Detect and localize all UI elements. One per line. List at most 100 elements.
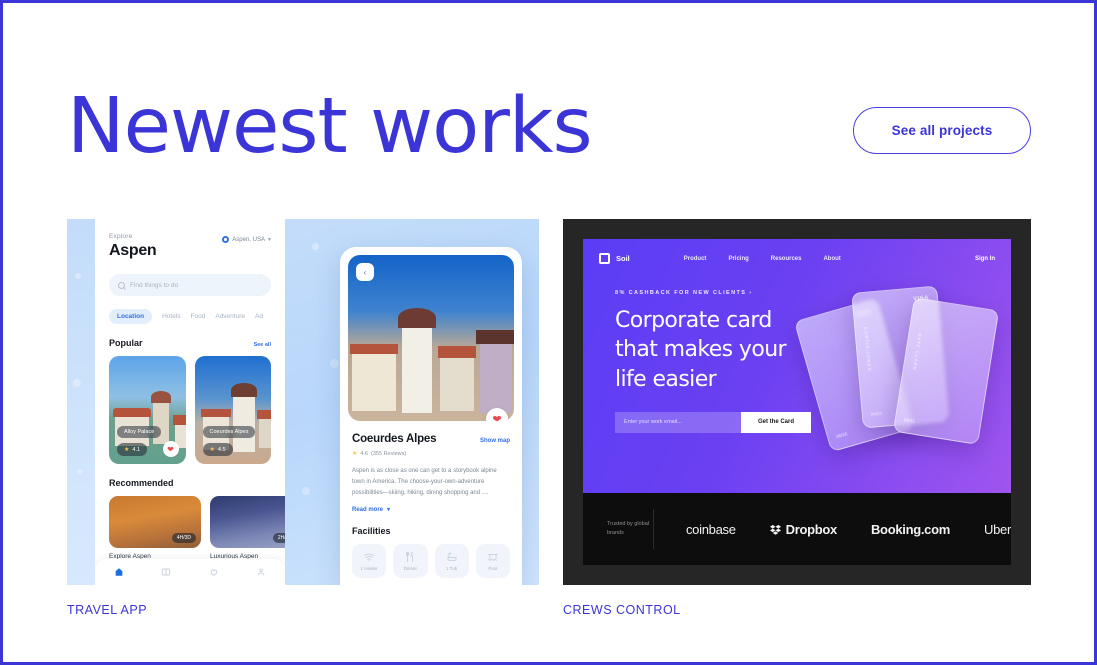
recommended-duration: 2H/3D <box>272 533 285 543</box>
crews-control-thumbnail: Soil Product Pricing Resources About Sig… <box>563 219 1031 585</box>
facility-label: Dinner <box>403 566 417 572</box>
crews-navbar: Soil Product Pricing Resources About Sig… <box>583 239 1011 264</box>
section-header: Newest works See all projects <box>67 81 1031 181</box>
tab-location[interactable]: Location <box>109 309 153 324</box>
detail-title: Coeurdes Alpes <box>352 433 437 445</box>
crews-browser-mock: Soil Product Pricing Resources About Sig… <box>583 239 1011 565</box>
facilities-list: 1 Heater Dinner 1 Tub Pool <box>352 544 510 579</box>
see-all-projects-label: See all projects <box>891 123 993 138</box>
show-map-link[interactable]: Show map <box>480 438 510 444</box>
tab-hotels[interactable]: Hotels <box>162 313 180 320</box>
popular-card[interactable]: Coeurdes Alpes ★ 4.5 <box>194 356 271 464</box>
category-tabs: Location Hotels Food Adventure Ad <box>109 309 271 324</box>
favorite-heart-icon[interactable]: ❤ <box>162 441 179 457</box>
headline-line-3: life easier <box>615 366 717 392</box>
travel-phone-home: Explore Aspen Aspen, USA ▾ Find things t… <box>95 219 285 585</box>
work-email-input[interactable]: Enter your work email... <box>615 411 741 433</box>
facility-label: 1 Tub <box>445 566 458 572</box>
detail-rating: ★ 4.6 (355 Reviews) <box>352 450 407 458</box>
popular-card-rating: ★ 4.5 <box>202 443 233 456</box>
facility-item[interactable]: Pool <box>475 544 510 579</box>
read-more-link[interactable]: Read more ▾ <box>352 506 510 514</box>
crews-logo-text: Soil <box>616 254 630 263</box>
chevron-left-icon[interactable]: ‹ <box>356 263 374 281</box>
location-pin-icon <box>222 236 230 243</box>
read-more-label: Read more <box>352 506 384 513</box>
facility-label: Pool <box>488 566 498 572</box>
brand-dropbox: Dropbox <box>769 521 838 537</box>
get-the-card-label: Get the Card <box>757 419 794 426</box>
nav-link-product[interactable]: Product <box>684 256 707 262</box>
chevron-down-icon: ▾ <box>387 507 391 514</box>
wallet-icon[interactable] <box>161 567 171 577</box>
location-selector[interactable]: Aspen, USA ▾ <box>222 236 271 243</box>
search-icon <box>118 281 125 289</box>
popular-card[interactable]: Alloy Palace ★ 4.1 ❤ <box>109 356 186 464</box>
star-icon: ★ <box>124 447 130 453</box>
search-input[interactable]: Find things to do <box>109 274 271 296</box>
search-placeholder: Find things to do <box>130 281 179 289</box>
brand-coinbase: coinbase <box>685 521 736 537</box>
work-card-travel-app[interactable]: Explore Aspen Aspen, USA ▾ Find things t… <box>67 219 539 617</box>
see-all-projects-button[interactable]: See all projects <box>853 107 1031 154</box>
work-label-crews-control: CREWS CONTROL <box>563 603 681 617</box>
email-signup-form: Enter your work email... Get the Card <box>615 411 811 433</box>
home-icon[interactable] <box>114 567 124 577</box>
star-icon: ★ <box>352 451 358 457</box>
location-label: Aspen, USA <box>232 236 265 243</box>
travel-left-strip <box>67 219 95 585</box>
travel-phone-detail: ‹ ❤ Coeurdes Alpes Show map ★ 4.6 (355 R… <box>340 247 522 585</box>
popular-see-all-link[interactable]: See all <box>254 342 271 348</box>
nav-link-pricing[interactable]: Pricing <box>728 256 748 262</box>
bottom-navigation-bar <box>95 559 285 585</box>
facility-item[interactable]: Dinner <box>393 544 428 579</box>
pool-icon <box>487 554 498 561</box>
work-label-travel-app: TRAVEL APP <box>67 603 148 617</box>
brand-dropbox-label: Dropbox <box>785 521 838 537</box>
page-title: Newest works <box>67 82 593 171</box>
recommended-card[interactable]: 4H/3D Explore Aspen <box>109 496 201 560</box>
sign-in-link[interactable]: Sign In <box>975 256 995 262</box>
profile-icon[interactable] <box>256 567 266 577</box>
popular-card-name: Alloy Palace <box>117 426 162 438</box>
wifi-icon <box>364 553 375 562</box>
tab-adventure[interactable]: Adventure <box>215 313 245 320</box>
heart-icon[interactable] <box>209 567 219 577</box>
cutlery-icon <box>406 552 414 563</box>
get-the-card-button[interactable]: Get the Card <box>741 411 811 433</box>
work-card-crews-control[interactable]: Soil Product Pricing Resources About Sig… <box>563 219 1031 617</box>
recommended-title: Recommended <box>109 478 174 488</box>
work-email-placeholder: Enter your work email... <box>624 419 682 426</box>
crews-footer: Trusted by global brands coinbase Dropbo… <box>583 493 1011 565</box>
facility-item[interactable]: 1 Tub <box>434 544 469 579</box>
popular-title: Popular <box>109 338 143 348</box>
facility-item[interactable]: 1 Heater <box>352 544 387 579</box>
bathtub-icon <box>447 552 457 562</box>
popular-cards: Alloy Palace ★ 4.1 ❤ Coeurdes Alpes ★ 4.… <box>109 356 271 464</box>
chevron-down-icon: ▾ <box>267 237 271 243</box>
crews-logo[interactable]: Soil <box>599 253 630 264</box>
recommended-cards: 4H/3D Explore Aspen 2H/3D Luxurious Aspe… <box>109 496 285 560</box>
city-title: Aspen <box>109 242 157 259</box>
facilities-title: Facilities <box>352 526 391 537</box>
crews-headline: Corporate card that makes your life easi… <box>615 306 1011 394</box>
crews-hero: 8% CASHBACK FOR NEW CLIENTS › Corporate … <box>583 264 1011 433</box>
detail-hero-image: ‹ ❤ <box>348 255 514 421</box>
brand-booking: Booking.com <box>870 521 951 537</box>
travel-app-thumbnail: Explore Aspen Aspen, USA ▾ Find things t… <box>67 219 539 585</box>
recommended-duration: 4H/3D <box>171 533 196 543</box>
tab-more[interactable]: Ad <box>255 313 263 320</box>
recommended-card[interactable]: 2H/3D Luxurious Aspen <box>210 496 285 560</box>
nav-link-about[interactable]: About <box>823 256 840 262</box>
trusted-by-text: Trusted by global brands <box>583 509 654 549</box>
dropbox-icon <box>769 524 781 535</box>
brand-logos: coinbase Dropbox Booking.com Uber <box>654 522 1011 537</box>
tab-food[interactable]: Food <box>191 313 206 320</box>
facility-label: 1 Heater <box>360 566 378 572</box>
page-root: Newest works See all projects Explore As… <box>3 3 1094 662</box>
star-icon: ★ <box>209 447 215 453</box>
detail-description: Aspen is as close as one can get to a st… <box>352 468 497 497</box>
explore-eyebrow: Explore <box>109 233 133 240</box>
nav-link-resources[interactable]: Resources <box>771 256 802 262</box>
cashback-eyebrow: 8% CASHBACK FOR NEW CLIENTS › <box>615 290 753 296</box>
